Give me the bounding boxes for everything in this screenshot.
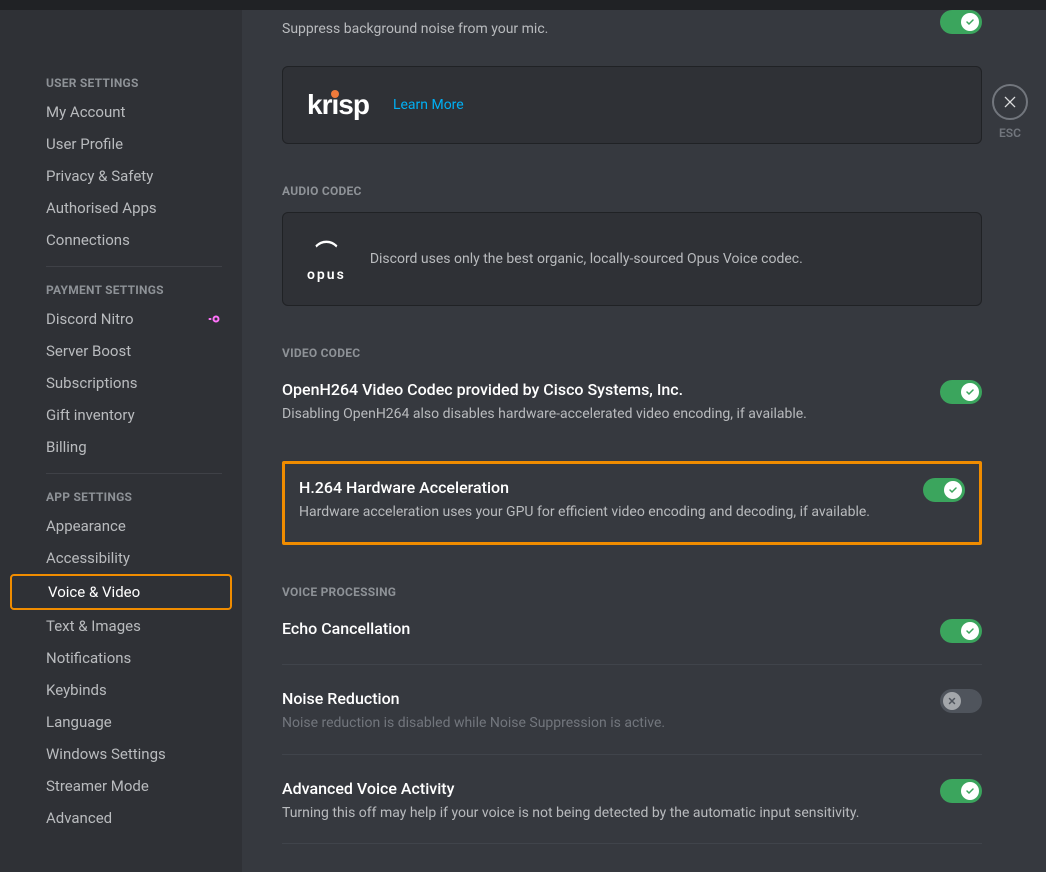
sidebar-item-label: Discord Nitro xyxy=(46,310,134,328)
divider xyxy=(282,664,982,665)
sidebar-item-streamer-mode[interactable]: Streamer Mode xyxy=(10,770,232,802)
sidebar-header-user-settings: USER SETTINGS xyxy=(10,70,232,96)
opus-card: ⌒ opus Discord uses only the best organi… xyxy=(282,212,982,306)
sidebar-item-text-images[interactable]: Text & Images xyxy=(10,610,232,642)
noise-reduction-setting: Noise Reduction Noise reduction is disab… xyxy=(282,683,982,752)
settings-content: Suppress background noise from your mic.… xyxy=(242,10,1046,872)
divider xyxy=(282,754,982,755)
sidebar-header-app-settings: APP SETTINGS xyxy=(10,484,232,510)
openh264-setting: OpenH264 Video Codec provided by Cisco S… xyxy=(282,374,982,443)
sidebar-item-my-account[interactable]: My Account xyxy=(10,96,232,128)
esc-label: ESC xyxy=(999,126,1021,140)
video-codec-header: VIDEO CODEC xyxy=(282,346,982,360)
sidebar-header-payment-settings: PAYMENT SETTINGS xyxy=(10,277,232,303)
sidebar-item-advanced[interactable]: Advanced xyxy=(10,802,232,834)
advanced-voice-activity-setting: Advanced Voice Activity Turning this off… xyxy=(282,773,982,842)
voice-processing-header: VOICE PROCESSING xyxy=(282,585,982,599)
krisp-logo: krisp xyxy=(307,89,369,121)
toggle-knob xyxy=(943,692,961,710)
close-settings-wrap: ESC xyxy=(992,84,1028,140)
hwaccel-toggle[interactable] xyxy=(923,478,965,502)
sidebar-item-privacy-safety[interactable]: Privacy & Safety xyxy=(10,160,232,192)
toggle-knob xyxy=(944,481,962,499)
openh264-toggle[interactable] xyxy=(940,380,982,404)
noise-reduction-desc: Noise reduction is disabled while Noise … xyxy=(282,714,665,734)
sidebar-item-subscriptions[interactable]: Subscriptions xyxy=(10,367,232,399)
sidebar-item-appearance[interactable]: Appearance xyxy=(10,510,232,542)
toggle-knob xyxy=(961,622,979,640)
ava-title: Advanced Voice Activity xyxy=(282,779,859,798)
sidebar-item-authorised-apps[interactable]: Authorised Apps xyxy=(10,192,232,224)
noise-suppression-toggle[interactable] xyxy=(940,10,982,34)
opus-description: Discord uses only the best organic, loca… xyxy=(370,251,803,267)
ava-toggle[interactable] xyxy=(940,779,982,803)
echo-cancellation-setting: Echo Cancellation xyxy=(282,613,982,662)
toggle-knob xyxy=(961,782,979,800)
sidebar-item-notifications[interactable]: Notifications xyxy=(10,642,232,674)
noise-suppression-desc: Suppress background noise from your mic. xyxy=(282,10,982,40)
close-button[interactable] xyxy=(992,84,1028,120)
echo-title: Echo Cancellation xyxy=(282,619,410,638)
echo-toggle[interactable] xyxy=(940,619,982,643)
sidebar-item-gift-inventory[interactable]: Gift inventory xyxy=(10,399,232,431)
divider xyxy=(46,266,222,267)
opus-logo: ⌒ opus xyxy=(307,235,346,283)
openh264-title: OpenH264 Video Codec provided by Cisco S… xyxy=(282,380,807,399)
audio-codec-header: AUDIO CODEC xyxy=(282,184,982,198)
noise-suppression-row: Suppress background noise from your mic. xyxy=(282,10,982,48)
sidebar-item-billing[interactable]: Billing xyxy=(10,431,232,463)
sidebar-item-user-profile[interactable]: User Profile xyxy=(10,128,232,160)
hwaccel-desc: Hardware acceleration uses your GPU for … xyxy=(299,503,870,523)
sidebar-item-connections[interactable]: Connections xyxy=(10,224,232,256)
openh264-desc: Disabling OpenH264 also disables hardwar… xyxy=(282,405,807,425)
sidebar-item-keybinds[interactable]: Keybinds xyxy=(10,674,232,706)
sidebar-item-accessibility[interactable]: Accessibility xyxy=(10,542,232,574)
sidebar-item-windows-settings[interactable]: Windows Settings xyxy=(10,738,232,770)
krisp-card: krisp Learn More xyxy=(282,66,982,144)
toggle-knob xyxy=(961,13,979,31)
sidebar-item-voice-video[interactable]: Voice & Video xyxy=(10,574,232,610)
divider xyxy=(282,843,982,844)
sidebar-item-server-boost[interactable]: Server Boost xyxy=(10,335,232,367)
settings-sidebar: USER SETTINGS My Account User Profile Pr… xyxy=(0,10,242,872)
hwaccel-highlight-box: H.264 Hardware Acceleration Hardware acc… xyxy=(282,461,982,546)
divider xyxy=(46,473,222,474)
noise-reduction-toggle[interactable] xyxy=(940,689,982,713)
close-icon xyxy=(1002,94,1018,110)
nitro-icon xyxy=(206,311,222,327)
title-bar xyxy=(0,0,1046,10)
toggle-knob xyxy=(961,383,979,401)
noise-reduction-title: Noise Reduction xyxy=(282,689,665,708)
sidebar-item-language[interactable]: Language xyxy=(10,706,232,738)
sidebar-item-discord-nitro[interactable]: Discord Nitro xyxy=(10,303,232,335)
krisp-learn-more-link[interactable]: Learn More xyxy=(393,97,464,113)
hwaccel-title: H.264 Hardware Acceleration xyxy=(299,478,870,497)
ava-desc: Turning this off may help if your voice … xyxy=(282,804,859,824)
